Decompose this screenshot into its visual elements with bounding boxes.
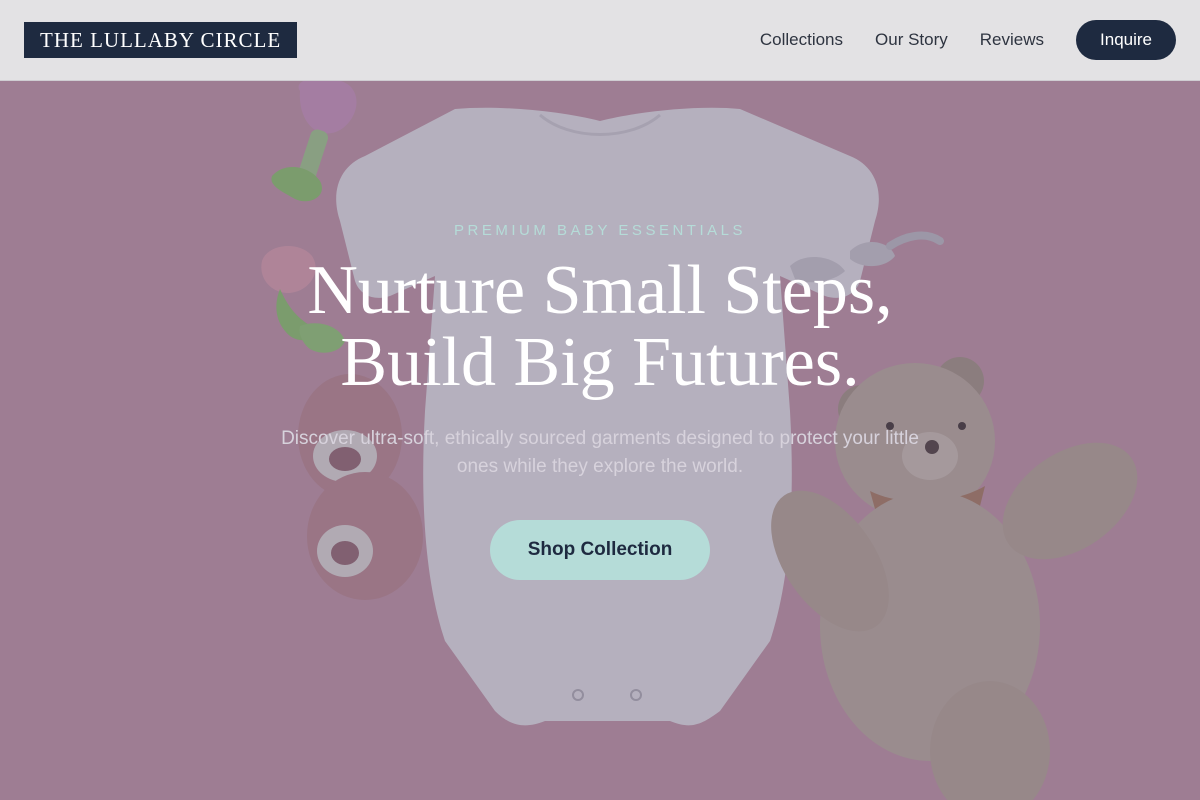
hero-content: PREMIUM BABY ESSENTIALS Nurture Small St…: [0, 81, 1200, 800]
headline-line-1: Nurture Small Steps,: [307, 252, 893, 329]
brand-logo[interactable]: THE LULLABY CIRCLE: [24, 22, 298, 58]
nav-link-our-story[interactable]: Our Story: [875, 30, 948, 50]
shop-collection-button[interactable]: Shop Collection: [490, 520, 710, 580]
hero-subtext: Discover ultra-soft, ethically sourced g…: [281, 428, 919, 477]
top-navbar: THE LULLABY CIRCLE Collections Our Story…: [0, 0, 1200, 81]
hero-section: PREMIUM BABY ESSENTIALS Nurture Small St…: [0, 81, 1200, 800]
hero-headline: Nurture Small Steps, Build Big Futures.: [0, 255, 1200, 399]
inquire-button[interactable]: Inquire: [1076, 20, 1176, 60]
main-nav: Collections Our Story Reviews Inquire: [760, 20, 1176, 60]
headline-line-2: Build Big Futures.: [340, 324, 860, 401]
nav-link-collections[interactable]: Collections: [760, 30, 843, 50]
nav-link-reviews[interactable]: Reviews: [980, 30, 1044, 50]
hero-eyebrow: PREMIUM BABY ESSENTIALS: [454, 222, 746, 239]
